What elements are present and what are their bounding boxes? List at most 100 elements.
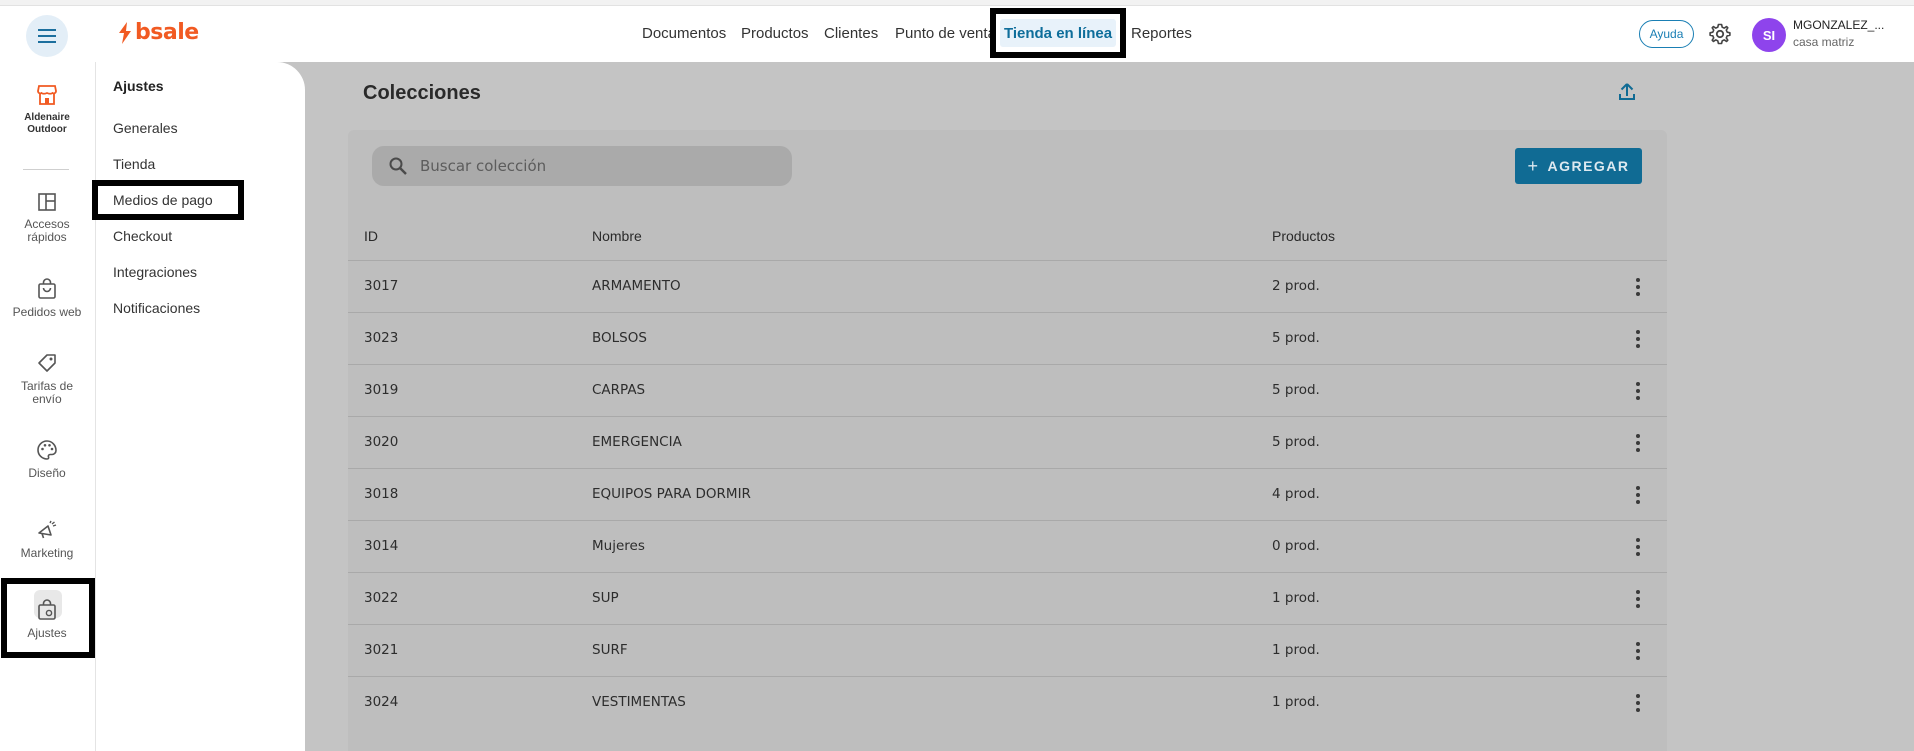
rail-item-pedidos-web[interactable]: Pedidos web (0, 278, 94, 319)
cell-products: 5 prod. (1272, 434, 1320, 450)
table-row[interactable]: 3022 SUP 1 prod. (348, 572, 1667, 624)
row-more-icon[interactable] (1629, 327, 1647, 351)
table-row[interactable]: 3018 EQUIPOS PARA DORMIR 4 prod. (348, 468, 1667, 520)
row-more-icon[interactable] (1629, 639, 1647, 663)
cell-products: 4 prod. (1272, 486, 1320, 502)
palette-icon (37, 440, 57, 460)
row-more-icon[interactable] (1629, 431, 1647, 455)
nav-reportes[interactable]: Reportes (1131, 25, 1192, 42)
gear-icon[interactable] (1708, 22, 1732, 46)
shopping-bag-icon (38, 278, 56, 299)
help-button[interactable]: Ayuda (1639, 20, 1694, 48)
cell-products: 5 prod. (1272, 382, 1320, 398)
nav-documentos[interactable]: Documentos (642, 25, 726, 42)
tag-icon (38, 354, 56, 372)
cell-id: 3020 (364, 434, 399, 450)
main-content: Colecciones + AGREGAR ID Nombre Producto… (97, 62, 1914, 751)
search-icon (389, 157, 407, 175)
table-row[interactable]: 3021 SURF 1 prod. (348, 624, 1667, 676)
cell-id: 3023 (364, 330, 399, 346)
row-more-icon[interactable] (1629, 379, 1647, 403)
settings-link-tienda[interactable]: Tienda (113, 156, 155, 172)
store-name-line1: Aldenaire (24, 112, 70, 123)
cell-name: SURF (592, 642, 628, 658)
dashboard-icon (38, 193, 56, 211)
bsale-bolt-icon (119, 21, 131, 44)
cell-products: 1 prod. (1272, 642, 1320, 658)
row-more-icon[interactable] (1629, 691, 1647, 715)
cell-products: 1 prod. (1272, 590, 1320, 606)
cell-name: CARPAS (592, 382, 646, 398)
rail-item-diseno[interactable]: Diseño (0, 439, 94, 480)
table-row[interactable]: 3024 VESTIMENTAS 1 prod. (348, 676, 1667, 728)
settings-link-medios-de-pago[interactable]: Medios de pago (113, 192, 213, 208)
nav-tienda-en-linea-label: Tienda en línea (1000, 19, 1116, 47)
brand-name: bsale (135, 20, 199, 45)
row-more-icon[interactable] (1629, 535, 1647, 559)
nav-clientes[interactable]: Clientes (824, 25, 878, 42)
search-box[interactable] (372, 146, 792, 186)
rail-label-ajustes: Ajustes (27, 626, 67, 640)
nav-tienda-en-linea[interactable]: Tienda en línea (990, 8, 1126, 58)
table-row[interactable]: 3017 ARMAMENTO 2 prod. (348, 260, 1667, 312)
search-input[interactable] (420, 157, 780, 175)
column-header-id[interactable]: ID (364, 228, 378, 244)
settings-link-notificaciones[interactable]: Notificaciones (113, 300, 200, 316)
plus-icon: + (1527, 155, 1540, 176)
megaphone-icon (38, 520, 57, 539)
rail-divider (23, 169, 69, 170)
user-branch: casa matriz (1793, 35, 1855, 49)
settings-panel: Ajustes Generales Tienda Medios de pago … (92, 62, 305, 751)
row-more-icon[interactable] (1629, 483, 1647, 507)
rail-item-accesos-rapidos[interactable]: Accesos rápidos (0, 192, 94, 244)
rail-item-ajustes[interactable]: Ajustes (0, 599, 94, 640)
add-collection-button[interactable]: + AGREGAR (1515, 148, 1642, 184)
row-more-icon[interactable] (1629, 275, 1647, 299)
nav-punto-de-venta[interactable]: Punto de venta (895, 25, 996, 42)
table-row[interactable]: 3019 CARPAS 5 prod. (348, 364, 1667, 416)
rail-item-tarifas-envio[interactable]: Tarifas de envío (0, 352, 94, 406)
collections-card: + AGREGAR ID Nombre Productos 3017 ARMAM… (348, 130, 1667, 751)
brand-logo[interactable]: bsale (118, 20, 199, 45)
cell-products: 2 prod. (1272, 278, 1320, 294)
nav-productos[interactable]: Productos (741, 25, 809, 42)
row-more-icon[interactable] (1629, 587, 1647, 611)
rail-label-diseno: Diseño (28, 466, 66, 480)
user-name[interactable]: MGONZALEZ_... (1793, 18, 1884, 32)
cell-id: 3022 (364, 590, 399, 606)
upload-icon[interactable] (1618, 82, 1636, 102)
cell-name: VESTIMENTAS (592, 694, 686, 710)
cell-name: Mujeres (592, 538, 645, 554)
rail-item-marketing[interactable]: Marketing (0, 519, 94, 560)
page-title: Colecciones (363, 82, 481, 104)
user-avatar[interactable]: SI (1752, 18, 1786, 52)
cell-id: 3014 (364, 538, 399, 554)
table-row[interactable]: 3023 BOLSOS 5 prod. (348, 312, 1667, 364)
cell-products: 5 prod. (1272, 330, 1320, 346)
top-bar: bsale Documentos Productos Clientes Punt… (0, 6, 1914, 62)
menu-button[interactable] (26, 15, 68, 57)
column-header-productos[interactable]: Productos (1272, 228, 1335, 244)
hamburger-icon (38, 29, 56, 43)
settings-link-checkout[interactable]: Checkout (113, 228, 172, 244)
cell-name: EMERGENCIA (592, 434, 682, 450)
settings-bag-icon (38, 599, 56, 620)
cell-name: EQUIPOS PARA DORMIR (592, 486, 751, 502)
cell-name: BOLSOS (592, 330, 647, 346)
table-row[interactable]: 3014 Mujeres 0 prod. (348, 520, 1667, 572)
store-selector[interactable]: Aldenaire Outdoor (0, 84, 94, 136)
settings-link-generales[interactable]: Generales (113, 120, 178, 136)
column-header-nombre[interactable]: Nombre (592, 228, 642, 244)
cell-id: 3021 (364, 642, 399, 658)
rail-label-pedidos-web: Pedidos web (12, 305, 82, 319)
cell-name: SUP (592, 590, 619, 606)
settings-panel-title: Ajustes (113, 78, 164, 94)
cell-id: 3017 (364, 278, 399, 294)
settings-link-integraciones[interactable]: Integraciones (113, 264, 197, 280)
cell-name: ARMAMENTO (592, 278, 681, 294)
rail-label-rapidos: rápidos (27, 230, 67, 244)
rail-label-envio: envío (32, 392, 62, 406)
storefront-icon (37, 85, 57, 105)
table-row[interactable]: 3020 EMERGENCIA 5 prod. (348, 416, 1667, 468)
cell-products: 0 prod. (1272, 538, 1320, 554)
